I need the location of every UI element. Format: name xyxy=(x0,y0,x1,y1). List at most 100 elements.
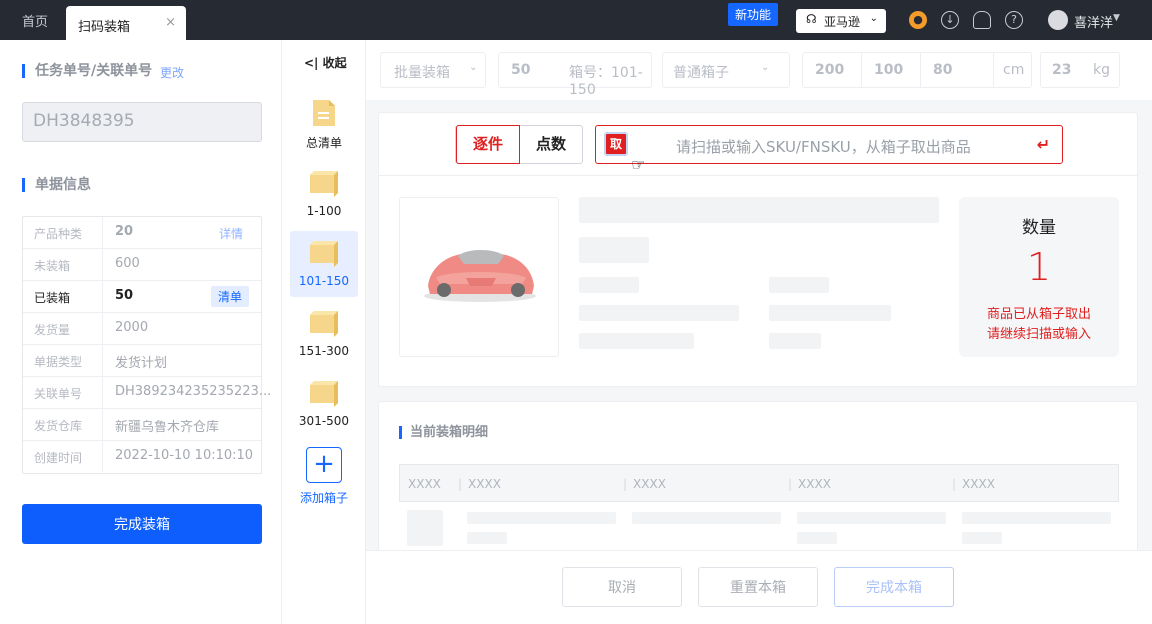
product-details-link[interactable]: 详情 xyxy=(219,225,243,242)
download-icon[interactable]: ↓ xyxy=(941,11,959,29)
take-out-icon[interactable]: 取 xyxy=(604,132,628,156)
placeholder-bar xyxy=(769,277,829,293)
store-icon: ☊ xyxy=(806,12,817,26)
weight-unit: kg xyxy=(1093,62,1110,78)
user-name[interactable]: 喜洋洋 xyxy=(1074,12,1113,31)
info-row-created-at: 创建时间 2022-10-10 10:10:10 xyxy=(23,441,261,473)
bell-icon[interactable] xyxy=(973,11,991,29)
weight-value: 23 xyxy=(1052,62,1072,78)
mode-piece-button[interactable]: 逐件 xyxy=(456,125,520,164)
sku-scan-input[interactable]: 取 请扫描或输入SKU/FNSKU，从箱子取出商品 ↵ xyxy=(595,125,1063,164)
box-icon xyxy=(310,241,338,267)
packed-list-button[interactable]: 清单 xyxy=(210,286,249,307)
hand-cursor-icon: ☞ xyxy=(631,155,646,174)
placeholder-bar xyxy=(579,277,639,293)
reset-box-button[interactable]: 重置本箱 xyxy=(698,567,818,607)
box-count-input[interactable]: 50 箱号：101-150 xyxy=(498,52,652,98)
add-box-button[interactable]: + xyxy=(306,447,342,483)
store-select[interactable]: ☊ 亚马逊 ⌄ xyxy=(796,9,886,33)
help-icon[interactable]: ? xyxy=(1005,11,1023,29)
placeholder-cell xyxy=(467,532,507,544)
pack-mode-value: 批量装箱 xyxy=(394,65,450,81)
box-item-301-500[interactable]: 301-500 xyxy=(290,378,358,434)
avatar[interactable] xyxy=(1048,10,1068,30)
column-header: XXXX xyxy=(468,477,501,491)
box-item-label: 101-150 xyxy=(298,274,350,288)
message-line-2: 请继续扫描或输入 xyxy=(986,327,1091,342)
close-icon[interactable]: × xyxy=(165,15,176,30)
quantity-value: 1 xyxy=(1026,245,1052,289)
message-line-1: 商品已从箱子取出 xyxy=(986,307,1091,322)
length-input[interactable]: 200 xyxy=(802,52,862,88)
info-key: 关联单号 xyxy=(23,377,103,408)
detail-table-header: XXXX | XXXX | XXXX | XXXX | XXXX xyxy=(399,464,1119,502)
cancel-button[interactable]: 取消 xyxy=(562,567,682,607)
mode-count-button[interactable]: 点数 xyxy=(520,126,582,163)
info-key: 发货量 xyxy=(23,313,103,344)
height-input[interactable]: 80 cm xyxy=(920,52,1032,88)
document-info-title: 单据信息 xyxy=(22,178,91,192)
store-label: 亚马逊 xyxy=(824,15,861,29)
info-value: 发货计划 xyxy=(115,356,168,371)
top-bar: 首页 扫码装箱 × 新功能 ☊ 亚马逊 ⌄ ● ↓ ? 喜洋洋 ▼ xyxy=(0,0,1152,40)
info-key: 单据类型 xyxy=(23,345,103,376)
column-header: XXXX xyxy=(633,477,666,491)
info-value: 2022-10-10 10:10:10 xyxy=(115,448,254,463)
add-box-label[interactable]: 添加箱子 xyxy=(282,489,366,506)
info-key: 产品种类 xyxy=(23,217,103,248)
width-value: 100 xyxy=(874,62,904,78)
change-order-link[interactable]: 更改 xyxy=(160,64,184,81)
enter-icon[interactable]: ↵ xyxy=(1037,135,1050,154)
user-menu-caret-icon[interactable]: ▼ xyxy=(1113,13,1120,23)
info-row-packed: 已装箱 50 清单 xyxy=(23,281,261,313)
info-key: 发货仓库 xyxy=(23,409,103,440)
new-feature-badge[interactable]: 新功能 xyxy=(728,3,779,26)
height-value: 80 xyxy=(933,62,953,78)
placeholder-cell xyxy=(962,532,1002,544)
box-item-1-100[interactable]: 1-100 xyxy=(290,168,358,224)
placeholder-cell xyxy=(797,532,837,544)
order-number-field: DH3848395 xyxy=(22,102,262,142)
app-root: 首页 扫码装箱 × 新功能 ☊ 亚马逊 ⌄ ● ↓ ? 喜洋洋 ▼ 任务单号/关… xyxy=(0,0,1152,624)
box-item-summary[interactable]: 总清单 xyxy=(290,98,358,154)
column-header: XXXX xyxy=(798,477,831,491)
placeholder-cell xyxy=(632,512,781,524)
placeholder-cell xyxy=(467,512,616,524)
box-item-151-300[interactable]: 151-300 xyxy=(290,308,358,364)
placeholder-bar xyxy=(769,305,891,321)
product-image xyxy=(399,197,559,357)
info-row-product-types: 产品种类 20 详情 xyxy=(23,217,261,249)
support-icon[interactable]: ● xyxy=(909,11,927,29)
info-value: 新疆乌鲁木齐仓库 xyxy=(115,420,220,435)
quantity-label: 数量 xyxy=(1022,218,1056,238)
info-key: 已装箱 xyxy=(23,281,103,312)
width-input[interactable]: 100 xyxy=(861,52,921,88)
chevron-down-icon: ⌄ xyxy=(761,62,770,73)
box-item-101-150[interactable]: 101-150 xyxy=(290,231,358,297)
pack-mode-select[interactable]: 批量装箱 ⌄ xyxy=(380,52,486,88)
info-row-shipment-qty: 发货量 2000 xyxy=(23,313,261,345)
length-value: 200 xyxy=(815,62,845,78)
info-key: 未装箱 xyxy=(23,249,103,280)
collapse-button[interactable]: <| 收起 xyxy=(304,54,347,71)
weight-input[interactable]: 23 kg xyxy=(1040,52,1120,88)
finish-packing-button[interactable]: 完成装箱 xyxy=(22,504,262,544)
collapse-label: 收起 xyxy=(322,56,347,70)
scan-card: 逐件 点数 取 请扫描或输入SKU/FNSKU，从箱子取出商品 ↵ ☞ 数量 1… xyxy=(378,112,1138,387)
info-value: 600 xyxy=(115,256,140,271)
box-icon xyxy=(310,171,338,197)
action-footer: 取消 重置本箱 完成本箱 xyxy=(366,550,1152,624)
quantity-panel: 数量 1 商品已从箱子取出 请继续扫描或输入 xyxy=(959,197,1119,357)
placeholder-cell xyxy=(962,512,1111,524)
box-count-value: 50 xyxy=(511,62,531,78)
box-type-select[interactable]: 普通箱子 ⌄ xyxy=(662,52,790,88)
box-type-value: 普通箱子 xyxy=(673,65,729,81)
tab-home[interactable]: 首页 xyxy=(10,11,60,30)
placeholder-bar xyxy=(579,305,739,321)
box-list: <| 收起 总清单 1-100 101-150 151-300 301-500 … xyxy=(282,40,366,624)
placeholder-cell xyxy=(797,512,946,524)
sku-scan-placeholder: 请扫描或输入SKU/FNSKU，从箱子取出商品 xyxy=(676,138,971,156)
tab-scan-pack[interactable]: 扫码装箱 × xyxy=(66,6,186,40)
complete-box-button[interactable]: 完成本箱 xyxy=(834,567,954,607)
box-item-label: 总清单 xyxy=(305,136,342,150)
